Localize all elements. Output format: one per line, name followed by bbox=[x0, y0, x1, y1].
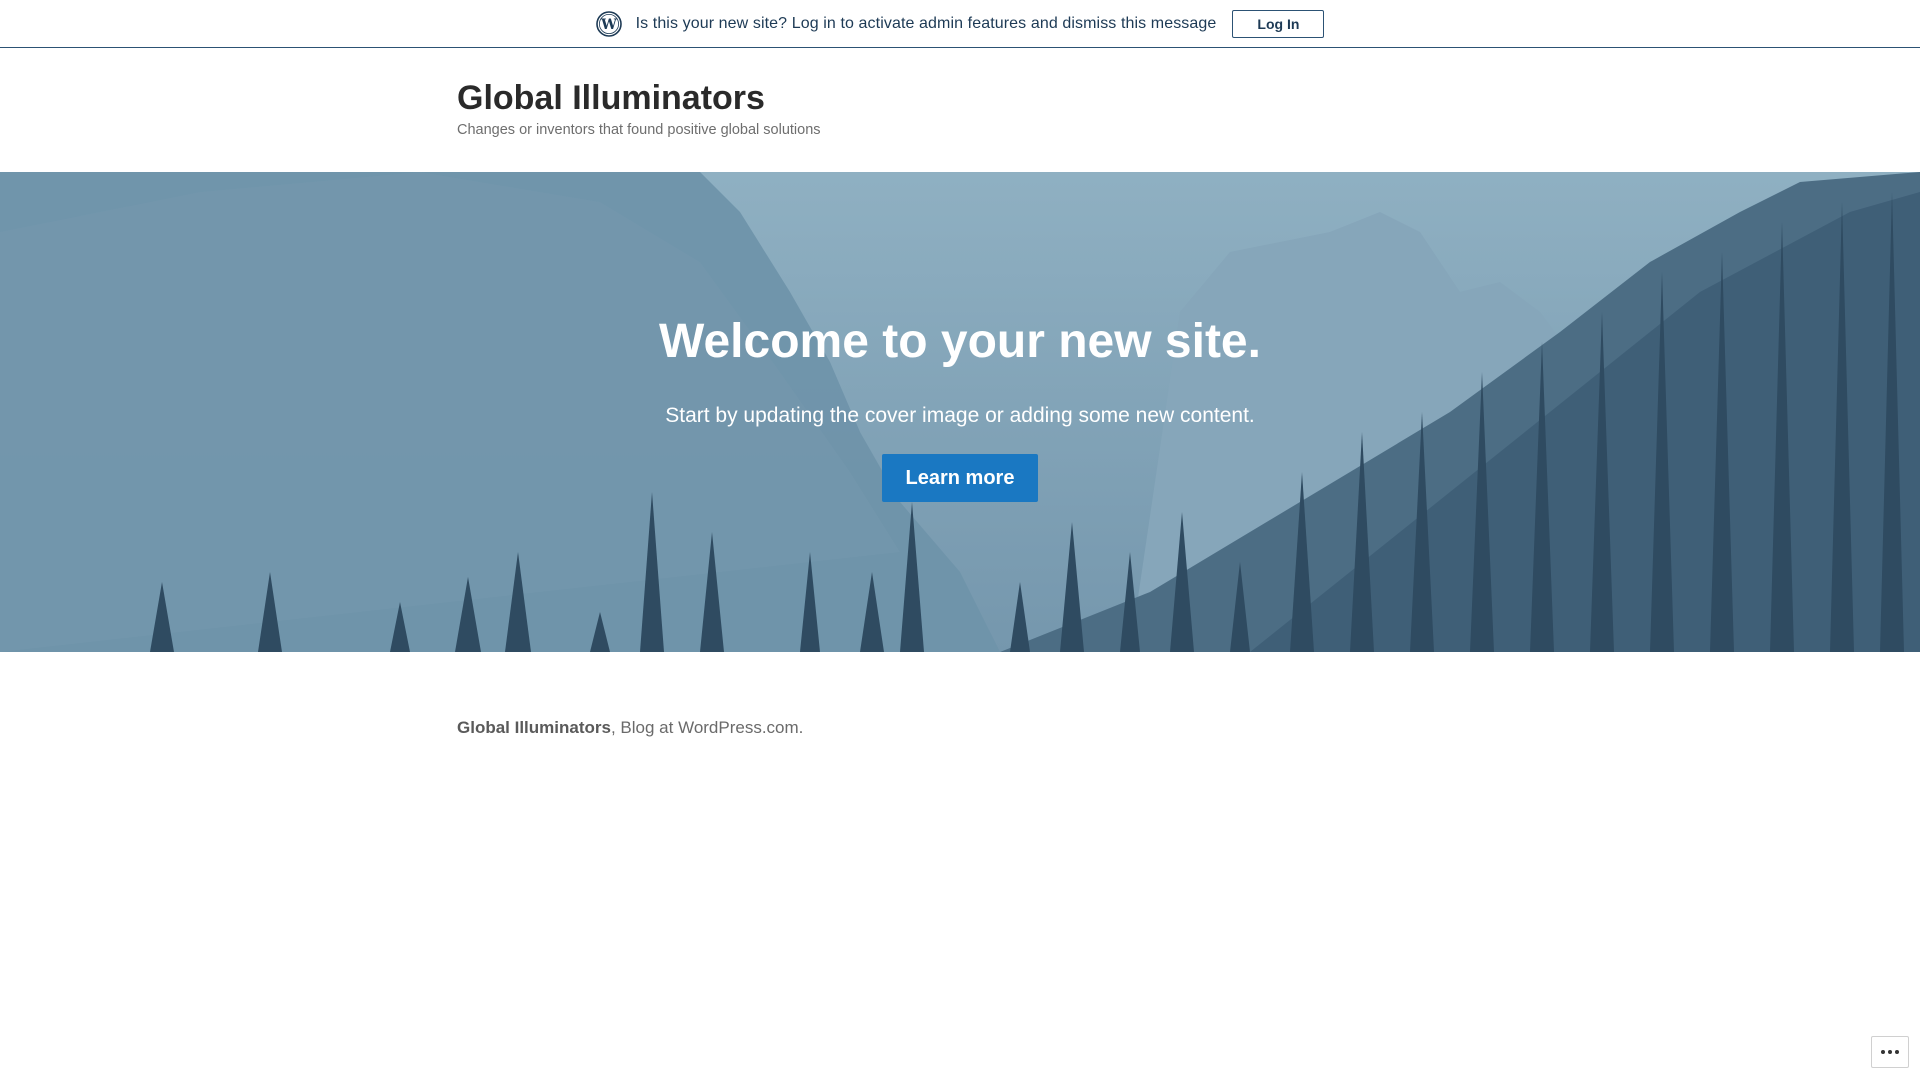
cover-subtext: Start by updating the cover image or add… bbox=[665, 404, 1255, 427]
ellipsis-icon bbox=[1881, 1050, 1899, 1054]
more-options-button[interactable] bbox=[1871, 1036, 1909, 1068]
footer-wordpress-link[interactable]: Blog at WordPress.com. bbox=[616, 718, 803, 737]
cover-content: Welcome to your new site. Start by updat… bbox=[0, 172, 1920, 652]
site-header: Global Illuminators Changes or inventors… bbox=[457, 78, 821, 138]
site-title[interactable]: Global Illuminators bbox=[457, 78, 821, 118]
admin-notice-bar: W Is this your new site? Log in to activ… bbox=[0, 0, 1920, 48]
learn-more-button[interactable]: Learn more bbox=[881, 454, 1039, 502]
notice-message: Is this your new site? Log in to activat… bbox=[635, 14, 1217, 32]
svg-text:W: W bbox=[600, 17, 617, 33]
site-tagline: Changes or inventors that found positive… bbox=[457, 122, 821, 138]
cover-block: Welcome to your new site. Start by updat… bbox=[0, 172, 1920, 652]
log-in-button[interactable]: Log In bbox=[1232, 9, 1325, 38]
cover-heading: Welcome to your new site. bbox=[659, 315, 1261, 368]
site-footer: Global Illuminators, Blog at WordPress.c… bbox=[457, 718, 803, 738]
footer-site-link[interactable]: Global Illuminators bbox=[457, 718, 611, 737]
wordpress-logo-icon: W bbox=[595, 10, 622, 37]
